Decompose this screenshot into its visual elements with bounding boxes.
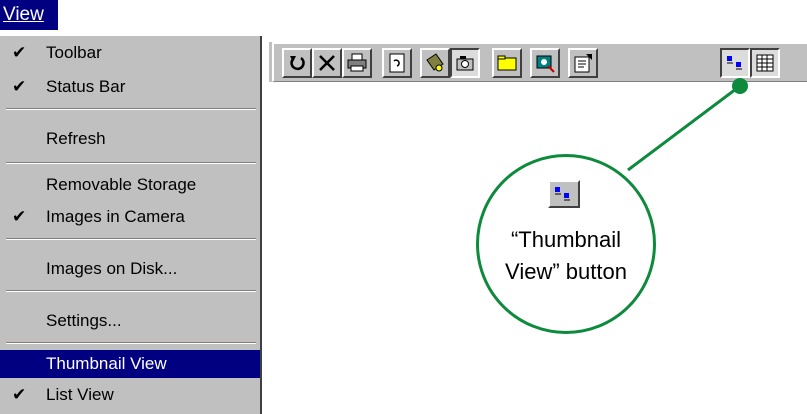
callout-thumbnail-icon <box>548 180 580 208</box>
callout-caption: “Thumbnail View” button <box>486 224 646 288</box>
thumbnail-view-icon <box>555 187 570 201</box>
callout-pointer <box>627 78 748 172</box>
callout-caption-line1: “Thumbnail <box>510 227 622 252</box>
callout-pointer-dot <box>732 78 748 94</box>
callout-caption-line2: View” button <box>505 259 627 284</box>
